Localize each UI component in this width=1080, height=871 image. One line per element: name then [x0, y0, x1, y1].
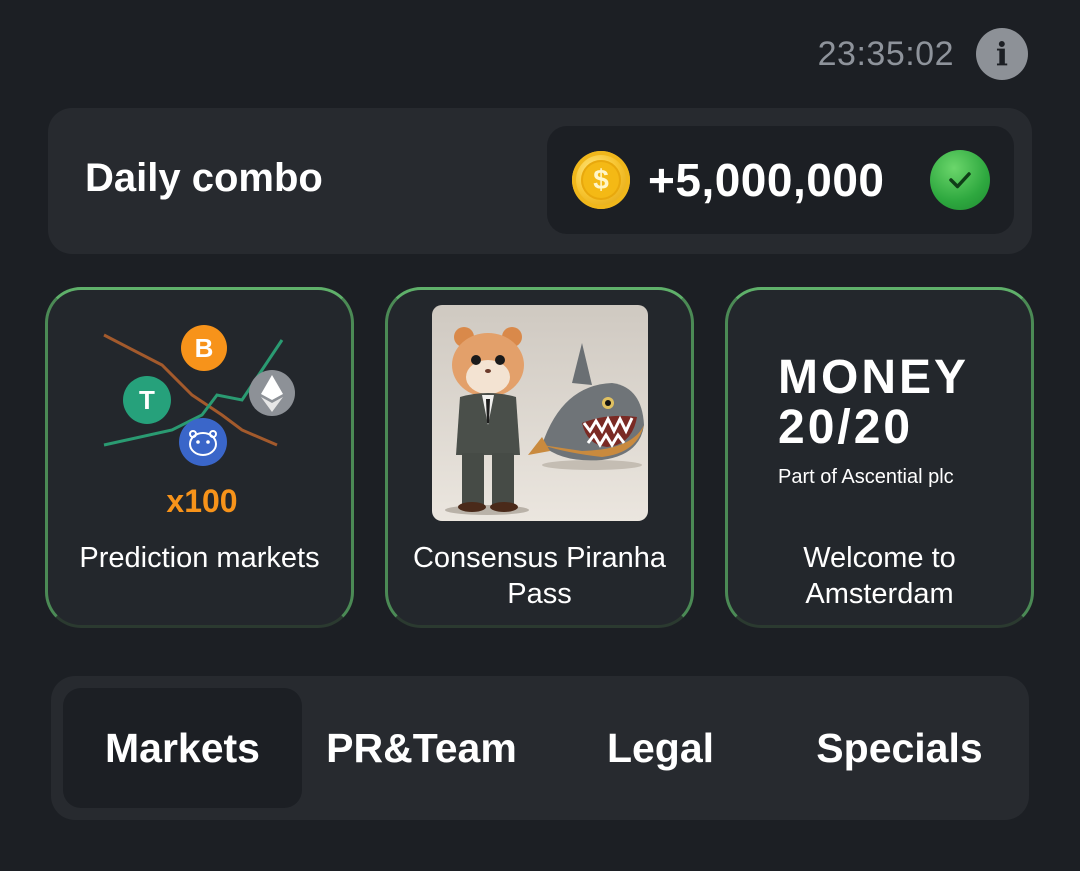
multiplier-badge: x100: [166, 483, 237, 519]
coin-icon: $: [572, 151, 630, 209]
tab-pr-team[interactable]: PR&Team: [302, 688, 541, 808]
daily-combo-reward: $ +5,000,000: [547, 126, 1014, 234]
card-consensus-piranha-pass[interactable]: Consensus Piranha Pass: [385, 287, 694, 628]
card-prediction-markets[interactable]: B T x100 Prediction markets: [45, 287, 354, 628]
daily-combo-panel: Daily combo $ +5,000,000: [48, 108, 1032, 254]
card-label: Consensus Piranha Pass: [412, 542, 667, 610]
card-label: Welcome to Amsterdam: [803, 542, 956, 610]
bitcoin-symbol: B: [195, 333, 214, 363]
card-label: Prediction markets: [79, 542, 320, 574]
money2020-logo: MONEY 20/20 Part of Ascential plc: [768, 305, 998, 521]
reward-amount: +5,000,000: [648, 154, 885, 206]
hamster-piranha-image: [432, 305, 648, 521]
category-tabs: Markets PR&Team Legal Specials: [51, 676, 1029, 820]
logo-tagline: Part of Ascential plc: [778, 466, 954, 488]
check-icon: [930, 150, 990, 210]
logo-line1: MONEY: [778, 351, 970, 404]
countdown-timer: 23:35:02: [817, 34, 954, 73]
tab-legal[interactable]: Legal: [541, 688, 780, 808]
tab-specials[interactable]: Specials: [780, 688, 1019, 808]
coin-symbol: $: [581, 160, 621, 200]
tether-symbol: T: [139, 385, 155, 415]
daily-combo-title: Daily combo: [85, 156, 323, 200]
prediction-markets-image: B T x100: [92, 305, 308, 521]
hamster-coin-icon: [179, 418, 227, 466]
header-bar: 23:35:02 i: [818, 28, 1028, 80]
bitcoin-icon: B: [181, 325, 227, 371]
ethereum-icon: [249, 370, 295, 416]
tab-markets[interactable]: Markets: [63, 688, 302, 808]
tether-icon: T: [123, 376, 171, 424]
card-welcome-to-amsterdam[interactable]: MONEY 20/20 Part of Ascential plc Welcom…: [725, 287, 1034, 628]
logo-line2: 20/20: [778, 401, 914, 454]
info-icon[interactable]: i: [976, 28, 1028, 80]
